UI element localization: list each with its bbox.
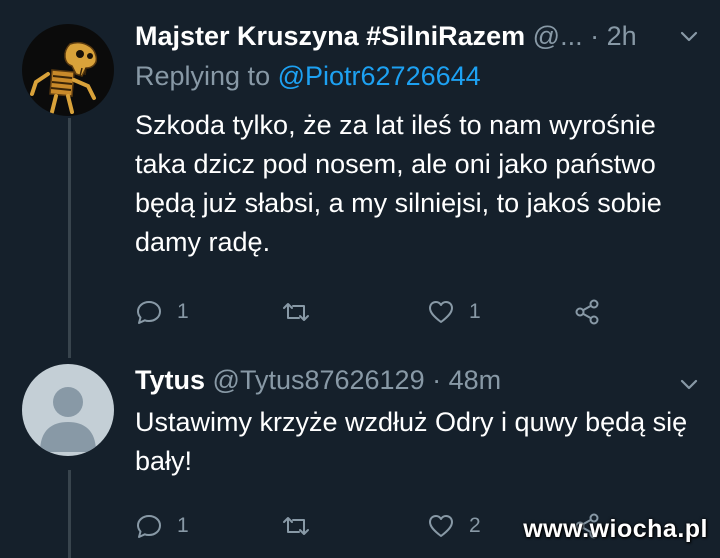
separator-dot: · [432, 365, 442, 395]
like-button[interactable]: 2 [427, 511, 481, 541]
reply-count: 1 [177, 514, 189, 537]
tweet-time[interactable]: 48m [449, 365, 502, 395]
mention-link[interactable]: @Piotr62726644 [278, 61, 481, 91]
retweet-icon [283, 303, 309, 321]
skeleton-avatar-icon [22, 24, 114, 116]
default-user-avatar-icon [22, 364, 114, 456]
user-handle[interactable]: @... [533, 21, 583, 51]
tweet-text: Ustawimy krzyże wzdłuż Odry i quwy będą … [135, 407, 688, 476]
replying-to: Replying to @Piotr62726644 [135, 59, 481, 93]
tweet-time[interactable]: 2h [607, 21, 637, 51]
share-icon [575, 299, 599, 325]
tweet-text: Szkoda tylko, że za lat ileś to nam wyro… [135, 110, 662, 257]
retweet-button[interactable] [281, 511, 325, 541]
tweet-actions: 1 1 [135, 297, 615, 327]
tweet-header: Majster Kruszyna #SilniRazem @... · 2h [135, 19, 700, 53]
avatar[interactable] [22, 24, 114, 116]
watermark: www.wiocha.pl [523, 515, 708, 543]
user-handle[interactable]: @Tytus87626129 [213, 365, 425, 395]
separator-dot: · [590, 21, 600, 51]
reply-button[interactable]: 1 [135, 511, 189, 541]
display-name[interactable]: Majster Kruszyna #SilniRazem [135, 21, 525, 51]
tweet-1[interactable]: Majster Kruszyna #SilniRazem @... · 2h R… [0, 0, 720, 350]
like-button[interactable]: 1 [427, 297, 481, 327]
reply-button[interactable]: 1 [135, 297, 189, 327]
reply-icon [137, 515, 161, 538]
retweet-icon [283, 517, 309, 535]
reply-icon [137, 301, 161, 324]
retweet-button[interactable] [281, 297, 325, 327]
chevron-down-icon[interactable] [678, 373, 700, 395]
like-count: 1 [469, 300, 481, 323]
chevron-down-icon[interactable] [678, 25, 700, 47]
reply-count: 1 [177, 300, 189, 323]
heart-icon [429, 515, 453, 537]
replying-label: Replying to [135, 61, 278, 91]
display-name[interactable]: Tytus [135, 365, 205, 395]
avatar[interactable] [22, 364, 114, 456]
heart-icon [429, 301, 453, 323]
like-count: 2 [469, 514, 481, 537]
share-button[interactable] [573, 297, 601, 327]
tweet-header: Tytus @Tytus87626129 · 48m [135, 363, 700, 397]
